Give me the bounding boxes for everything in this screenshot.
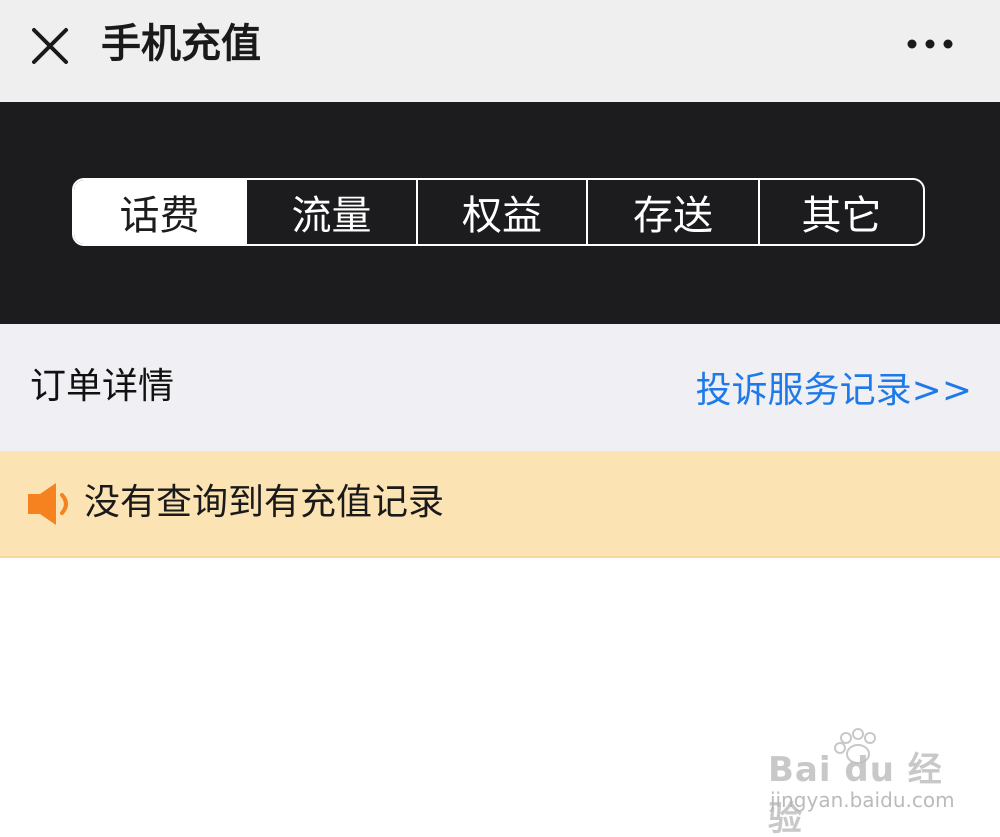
tab-data[interactable]: 流量: [245, 180, 416, 244]
notice-text: 没有查询到有充值记录: [84, 482, 445, 523]
tab-phone-bill[interactable]: 话费: [74, 180, 245, 244]
close-icon[interactable]: [26, 22, 74, 70]
notice-banner: 没有查询到有充值记录: [0, 451, 1000, 558]
title-bar: 手机充值: [0, 0, 1000, 102]
baidu-jingyan-watermark: Bai du 经验 jingyan.baidu.com: [760, 728, 960, 837]
complaint-records-link[interactable]: 投诉服务记录>>: [696, 368, 972, 414]
category-tab-band: 话费 流量 权益 存送 其它: [0, 102, 1000, 324]
category-tabs: 话费 流量 权益 存送 其它: [72, 178, 925, 246]
recharge-page: 手机充值 话费 流量 权益 存送 其它 订单详情 投诉服务记录>> 没有查询到有…: [0, 0, 1000, 837]
tab-deposit-gift[interactable]: 存送: [586, 180, 758, 244]
speaker-icon: [26, 479, 76, 529]
page-title: 手机充值: [101, 21, 261, 67]
tab-benefits[interactable]: 权益: [416, 180, 586, 244]
order-details-header: 订单详情 投诉服务记录>>: [0, 324, 1000, 451]
more-icon[interactable]: [900, 30, 960, 58]
watermark-url: jingyan.baidu.com: [770, 788, 955, 812]
tab-other[interactable]: 其它: [758, 180, 923, 244]
order-details-title: 订单详情: [30, 366, 175, 407]
